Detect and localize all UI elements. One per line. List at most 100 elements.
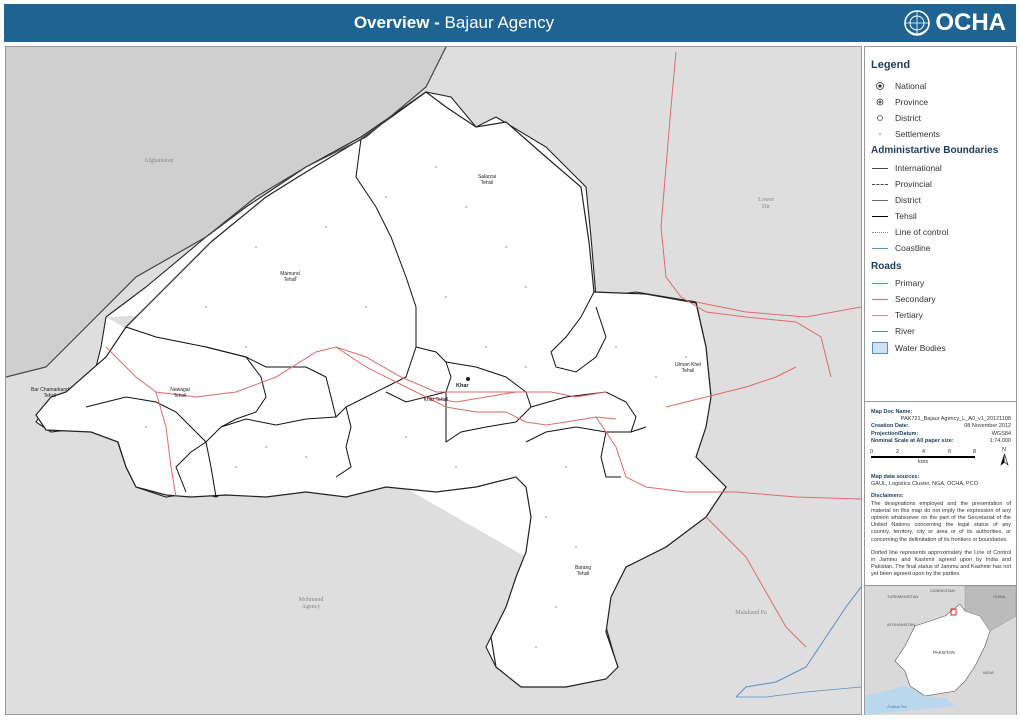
legend-district-boundary: District: [871, 193, 921, 207]
legend-province: Province: [871, 95, 928, 109]
scale-tick-1: 2: [896, 449, 900, 456]
map-metadata: Map Doc Name: PAK721_Bajaur Agency_L_A0_…: [870, 409, 1011, 579]
scale-tick-3: 6: [948, 449, 952, 456]
legend-panel: Legend National Province District Settle…: [864, 46, 1017, 715]
label-malakand: Malakand Pa: [735, 610, 767, 616]
province-icon: [871, 97, 889, 107]
inset-map-canvas: TURKMENISTAN UZBEKISTAN CHINA AFGHANISTA…: [865, 585, 1017, 715]
label-mohmand-agency: Mohmand Agency: [298, 597, 324, 610]
primary-road-icon: [872, 282, 888, 284]
legend-settlements-label: Settlements: [895, 129, 940, 139]
tertiary-road-icon: [872, 314, 888, 316]
legend-loc-label: Line of control: [895, 227, 949, 237]
legend-primary-label: Primary: [895, 278, 925, 288]
scale-tick-4: 8: [973, 449, 977, 456]
scale-tick-2: 4: [922, 449, 926, 456]
legend-tertiary: Tertiary: [871, 308, 923, 322]
creation-date-label: Creation Date:: [871, 423, 909, 430]
label-nawagai: Nawagai Tehsil: [170, 387, 190, 399]
legend-river-label: River: [895, 326, 915, 336]
legend-coastline-label: Coastline: [895, 243, 931, 253]
legend-tehsil: Tehsil: [871, 209, 917, 223]
sources-text: GAUL, Logistics Cluster, NGA, OCHA, PCO: [871, 481, 978, 488]
legend-district: District: [871, 111, 921, 125]
district-line-icon: [872, 199, 888, 201]
label-khar-tehsil: Khar Tehsil: [423, 397, 449, 403]
label-khar: Khar: [456, 383, 469, 389]
page-title: Overview - Bajaur Agency: [4, 13, 904, 33]
map-area[interactable]: Afghanistan Lower Dir Mohmand Agency Mal…: [5, 46, 862, 715]
ocha-logo: OCHA: [903, 9, 1006, 37]
legend-district-label: District: [895, 113, 921, 123]
inset-label-uzbekistan: UZBEKISTAN: [930, 588, 955, 593]
legend-settlements: Settlements: [871, 127, 940, 141]
legend-national-label: National: [895, 81, 927, 91]
legend-tertiary-label: Tertiary: [895, 310, 923, 320]
legend-primary: Primary: [871, 276, 924, 290]
creation-date: 08 November 2012: [964, 423, 1011, 430]
logo-text: OCHA: [935, 9, 1006, 36]
sources-label: Map data sources:: [871, 474, 920, 481]
inset-label-afghanistan: AFGHANISTAN: [887, 622, 915, 627]
legend-secondary: Secondary: [871, 292, 936, 306]
legend-river: River: [871, 324, 915, 338]
scale-tick-0: 0: [870, 449, 874, 456]
loc-line-icon: [872, 231, 888, 233]
north-arrow-icon: [1000, 454, 1009, 466]
district-icon: [871, 113, 889, 123]
river-line-icon: [872, 330, 888, 332]
coastline-line-icon: [872, 247, 888, 249]
label-salarzai: Salarzai Tehsil: [477, 174, 497, 186]
title-rest: Bajaur Agency: [444, 13, 555, 32]
map-doc-name: PAK721_Bajaur Agency_L_A0_v1_20121108: [900, 416, 1011, 423]
legend-provincial: Provincial: [871, 177, 932, 191]
legend-water-label: Water Bodies: [895, 343, 946, 353]
tehsil-line-icon: [872, 215, 888, 217]
scale-unit: kms: [918, 459, 929, 466]
label-mamund: Mamund Tehsil: [280, 271, 300, 283]
legend-district-boundary-label: District: [895, 195, 921, 205]
projection-label: Projection/Datum:: [871, 430, 919, 437]
secondary-road-icon: [872, 298, 888, 300]
scale-bar: 0 2 4 6 8 kms N: [870, 447, 1011, 471]
legend-title: Legend: [871, 59, 911, 71]
label-barang: Barang Tehsil: [574, 565, 592, 577]
label-utman-khel: Utman Khel Tehsil: [674, 362, 702, 374]
legend-national: National: [871, 79, 926, 93]
provincial-line-icon: [872, 183, 888, 185]
label-afghanistan: Afghanistan: [144, 158, 174, 164]
inset-label-turkmenistan: TURKMENISTAN: [887, 594, 918, 599]
inset-label-china: CHINA: [993, 594, 1006, 599]
legend-province-label: Province: [895, 97, 929, 107]
boundaries-title: Administartive Boundaries: [871, 145, 999, 156]
legend-secondary-label: Secondary: [895, 294, 936, 304]
international-line-icon: [872, 167, 888, 169]
legend-international: International: [871, 161, 942, 175]
settlement-icon: [871, 129, 889, 139]
map-doc-name-label: Map Doc Name:: [871, 409, 913, 415]
legend-coastline: Coastline: [871, 241, 930, 255]
label-lower-dir: Lower Dir: [758, 197, 774, 210]
disclaimer-1: The designations employed and the presen…: [871, 500, 1011, 543]
river: [735, 586, 861, 698]
label-bar-chamarkand: Bar Chamarkand Tehsil: [31, 387, 69, 399]
inset-map: TURKMENISTAN UZBEKISTAN CHINA AFGHANISTA…: [865, 585, 1017, 715]
inset-label-india: INDIA: [983, 670, 994, 675]
disclaimers-label: Disclaimers:: [871, 493, 904, 500]
header-bar: Overview - Bajaur Agency OCHA: [4, 4, 1016, 42]
scale-label: Nominal Scale at A0 paper size:: [871, 437, 954, 444]
legend-line-of-control: Line of control: [871, 225, 948, 239]
disclaimer-2: Dotted line represents approximately the…: [871, 549, 1011, 578]
inset-label-arabian-sea: Arabian Sea: [887, 704, 907, 709]
title-bold: Overview -: [353, 13, 445, 32]
scale: 1:74,000: [989, 437, 1011, 444]
inset-label-pakistan: PAKISTAN: [933, 650, 955, 655]
projection: WGS84: [991, 430, 1011, 437]
khar-marker: [466, 377, 470, 381]
un-emblem-icon: [904, 10, 931, 36]
panel-divider: [865, 401, 1016, 402]
roads-title: Roads: [871, 261, 902, 272]
legend-provincial-label: Provincial: [895, 179, 932, 189]
legend-tehsil-label: Tehsil: [895, 211, 917, 221]
water-body-icon: [872, 342, 888, 354]
